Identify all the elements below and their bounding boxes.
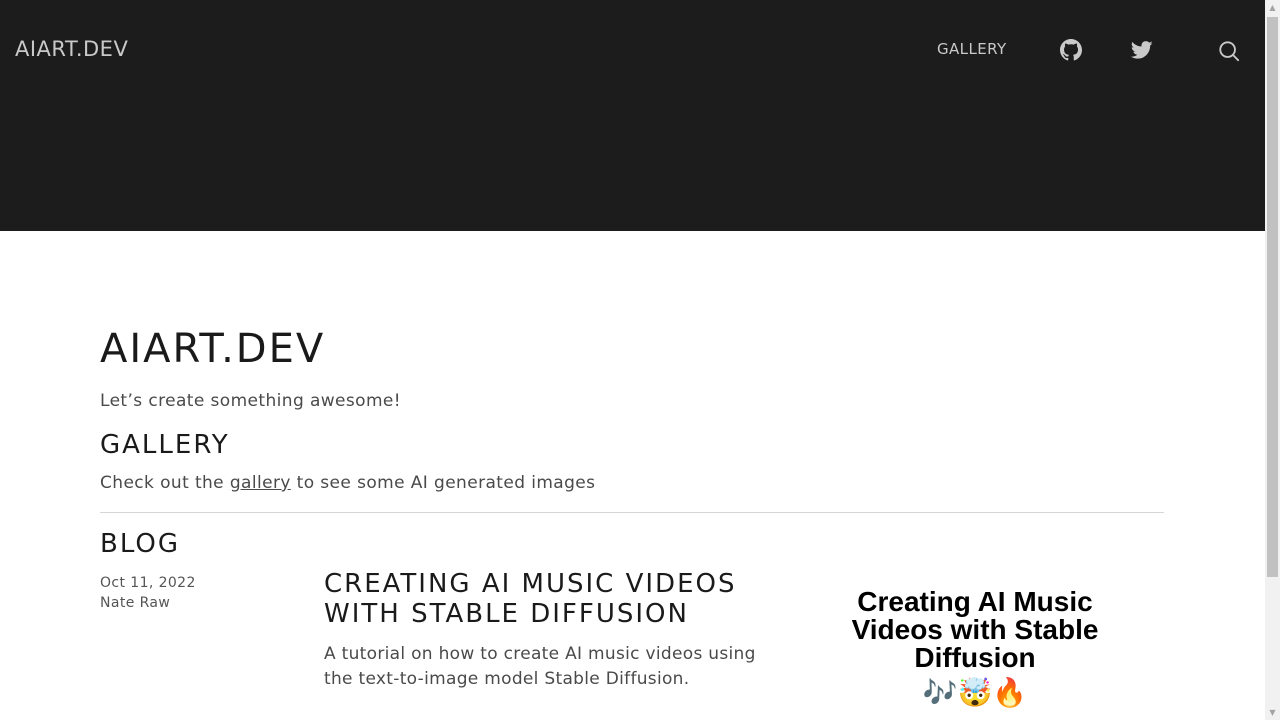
- blog-heading: BLOG: [100, 529, 181, 559]
- nav-gallery-link[interactable]: GALLERY: [937, 40, 1007, 58]
- scroll-up-arrow-icon[interactable]: ▲: [1265, 0, 1280, 15]
- post-description: A tutorial on how to create AI music vid…: [324, 644, 756, 689]
- post-title-link[interactable]: CREATING AI MUSIC VIDEOS WITH STABLE DIF…: [324, 569, 794, 629]
- vertical-scrollbar[interactable]: ▲ ▼: [1265, 0, 1280, 720]
- search-icon[interactable]: [1217, 39, 1241, 63]
- thumbnail-text: Creating AI Music Videos with Stable Dif…: [851, 586, 1099, 673]
- page: AIART.DEV GALLERY AIART.DEV Let’s create…: [0, 0, 1265, 720]
- github-icon[interactable]: [1059, 38, 1083, 62]
- tagline: Let’s create something awesome!: [100, 391, 402, 411]
- section-divider: [100, 512, 1164, 513]
- site-header: AIART.DEV GALLERY: [0, 0, 1265, 231]
- twitter-icon[interactable]: [1130, 38, 1154, 62]
- scroll-down-arrow-icon[interactable]: ▼: [1265, 705, 1280, 720]
- post-author: Nate Raw: [100, 595, 171, 611]
- gallery-text: Check out the gallery to see some AI gen…: [100, 473, 595, 493]
- thumbnail-emoji: 🎶🤯🔥: [922, 676, 1028, 709]
- gallery-text-before: Check out the: [100, 473, 230, 493]
- brand-link[interactable]: AIART.DEV: [15, 37, 128, 61]
- gallery-link[interactable]: gallery: [230, 473, 291, 493]
- gallery-text-after: to see some AI generated images: [290, 473, 596, 493]
- gallery-heading: GALLERY: [100, 430, 230, 460]
- page-title: AIART.DEV: [100, 326, 326, 372]
- scrollbar-thumb[interactable]: [1267, 17, 1278, 577]
- post-date: Oct 11, 2022: [100, 575, 196, 591]
- post-thumbnail[interactable]: Creating AI Music Videos with Stable Dif…: [820, 588, 1130, 720]
